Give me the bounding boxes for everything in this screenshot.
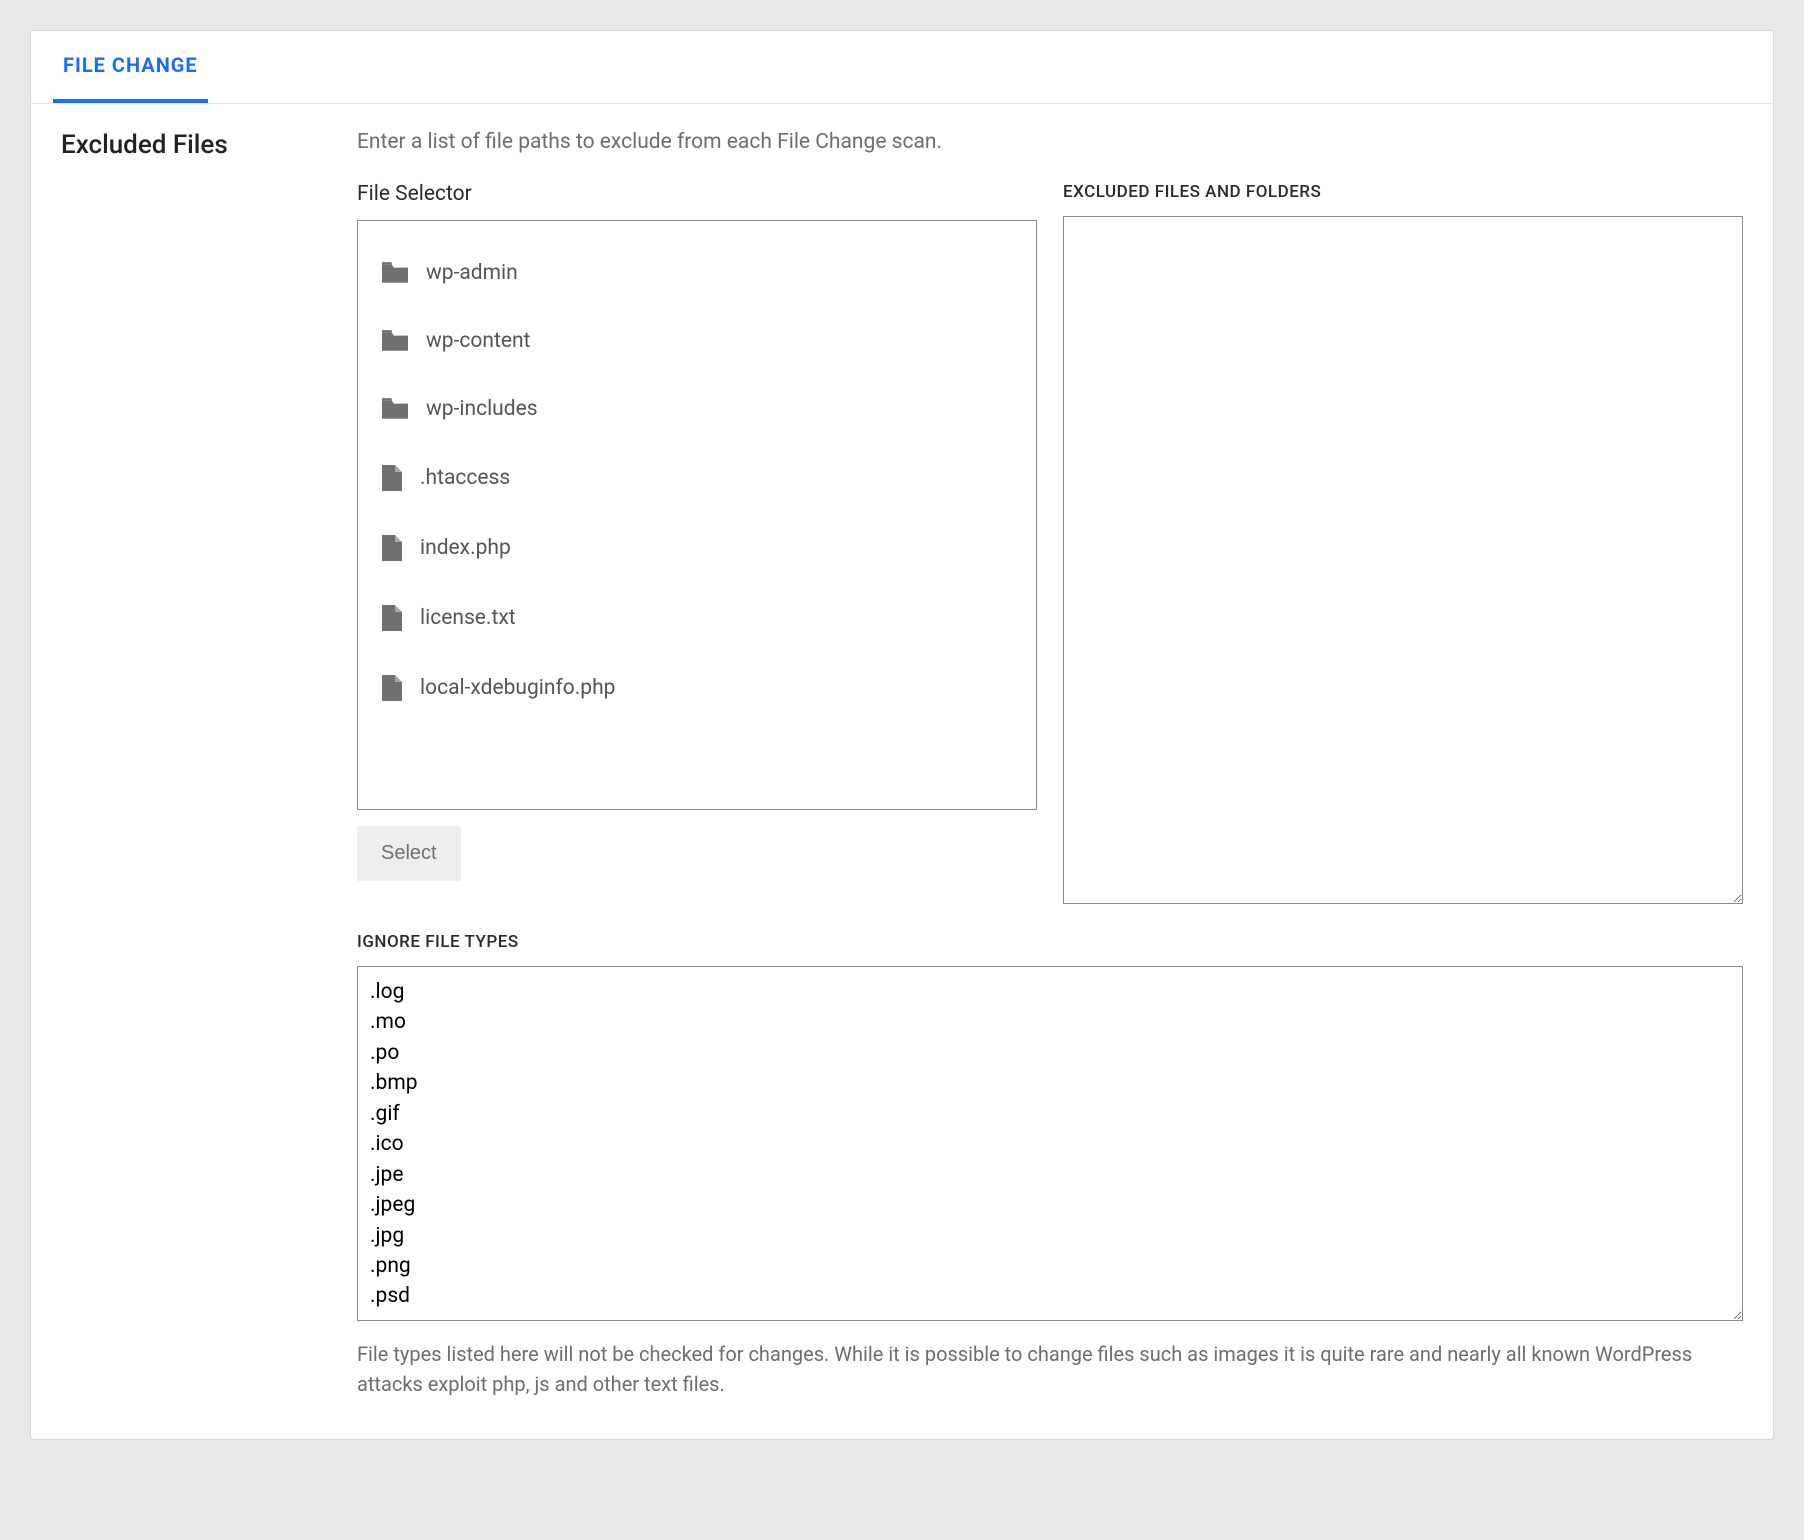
tab-bar: FILE CHANGE [31,31,1773,104]
tree-item-license-txt[interactable]: license.txt [368,583,1026,653]
file-icon [382,605,402,631]
file-icon [382,535,402,561]
tree-item--htaccess[interactable]: .htaccess [368,443,1026,513]
file-tree[interactable]: wp-admin wp-content wp-includes .htaccess in… [357,220,1037,810]
tree-item-local-xdebuginfo-php[interactable]: local-xdebuginfo.php [368,653,1026,723]
side-column: Excluded Files [61,130,321,1399]
section-description: Enter a list of file paths to exclude fr… [357,130,1743,154]
ignore-help-text: File types listed here will not be check… [357,1339,1743,1399]
ignore-label: IGNORE FILE TYPES [357,932,1743,952]
folder-icon [382,262,408,284]
section-title: Excluded Files [61,130,321,160]
select-button[interactable]: Select [357,826,461,881]
content-area: Excluded Files Enter a list of file path… [31,104,1773,1439]
ignore-file-types-textarea[interactable] [357,966,1743,1321]
ignore-section: IGNORE FILE TYPES File types listed here… [357,932,1743,1399]
excluded-label: EXCLUDED FILES AND FOLDERS [1063,182,1743,202]
tree-item-label: index.php [420,536,511,560]
folder-icon [382,330,408,352]
tab-file-change[interactable]: FILE CHANGE [53,31,208,103]
tree-item-label: .htaccess [420,466,510,490]
file-icon [382,465,402,491]
tree-item-index-php[interactable]: index.php [368,513,1026,583]
file-selector-column: File Selector wp-admin wp-content wp-inclu… [357,182,1037,904]
main-column: Enter a list of file paths to exclude fr… [357,130,1743,1399]
tree-item-wp-includes[interactable]: wp-includes [368,375,1026,443]
excluded-column: EXCLUDED FILES AND FOLDERS [1063,182,1743,904]
tree-item-label: wp-content [426,329,530,353]
selector-row: File Selector wp-admin wp-content wp-inclu… [357,182,1743,904]
tree-item-wp-content[interactable]: wp-content [368,307,1026,375]
tree-item-label: license.txt [420,606,516,630]
tree-item-label: local-xdebuginfo.php [420,676,615,700]
tree-item-wp-admin[interactable]: wp-admin [368,239,1026,307]
excluded-textarea[interactable] [1063,216,1743,904]
file-icon [382,675,402,701]
tree-item-label: wp-includes [426,397,538,421]
folder-icon [382,398,408,420]
settings-panel: FILE CHANGE Excluded Files Enter a list … [30,30,1774,1440]
tree-item-label: wp-admin [426,261,518,285]
file-selector-label: File Selector [357,182,1037,206]
